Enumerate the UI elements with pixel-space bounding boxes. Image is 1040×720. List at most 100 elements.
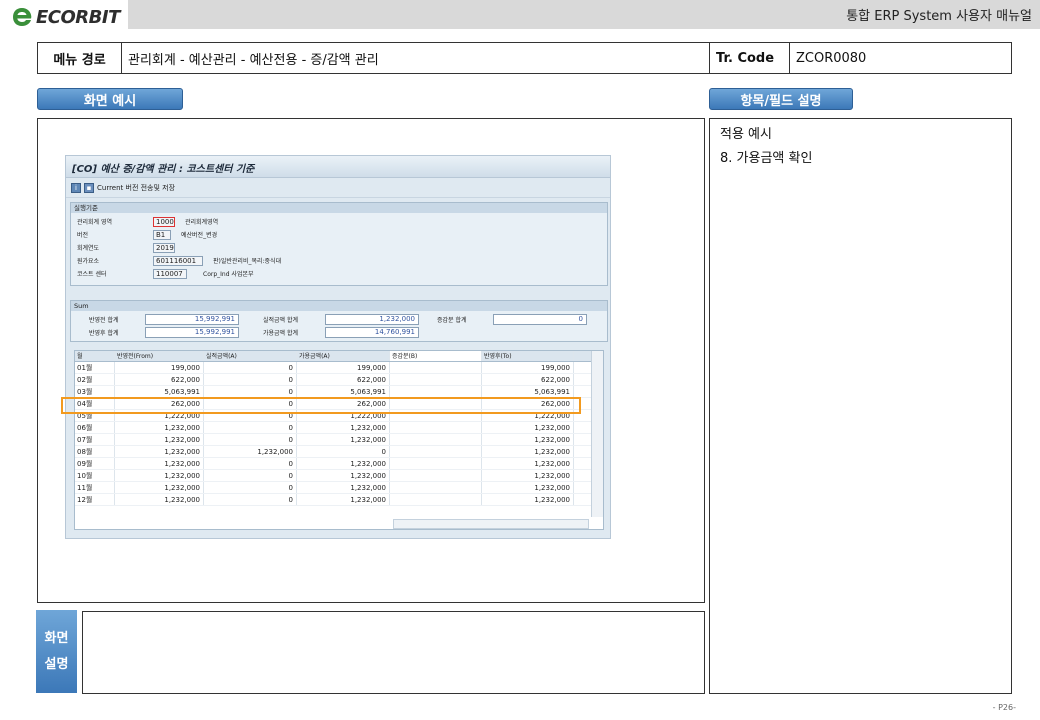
field-label: 원가요소	[77, 258, 100, 265]
grid-cell: 10월	[75, 470, 115, 481]
grid-cell-input[interactable]	[390, 434, 482, 445]
grid-row[interactable]: 06월 1,232,000 0 1,232,000 1,232,000	[75, 422, 603, 434]
menu-path-value: 관리회계 - 예산관리 - 예산전용 - 증/감액 관리	[122, 43, 710, 73]
grid-col-header[interactable]: 증감분(B)	[390, 351, 482, 361]
sum-value: 14,760,991	[325, 327, 419, 338]
grid-cell: 0	[204, 494, 297, 505]
sum-row: 증감분 합계 0	[437, 314, 587, 325]
grid-cell-input[interactable]	[390, 374, 482, 385]
grid-cell-input[interactable]	[390, 422, 482, 433]
sum-value: 1,232,000	[325, 314, 419, 325]
field-row: 원가요소 601116001 판)일반관리비_복리:중식대	[77, 255, 281, 266]
grid-cell: 09월	[75, 458, 115, 469]
grid-cell: 0	[204, 362, 297, 373]
grid-cell: 1,232,000	[482, 470, 574, 481]
field-text: Corp_Ind 사업본부	[203, 271, 254, 278]
grid-cell: 1,232,000	[115, 422, 204, 433]
grid-cell: 622,000	[297, 374, 390, 385]
grid-cell: 1,232,000	[297, 434, 390, 445]
grid-cell: 07월	[75, 434, 115, 445]
grid-cell: 0	[204, 434, 297, 445]
save-icon[interactable]: ▪	[84, 182, 94, 193]
sap-toolbar: i ▪ Current 버전 전송및 저장	[66, 178, 610, 198]
grid-col-header[interactable]: 가용금액(A)	[297, 351, 390, 361]
grid-row[interactable]: 01월 199,000 0 199,000 199,000	[75, 362, 603, 374]
grid-cell: 1,232,000	[115, 446, 204, 457]
grid-cell-input[interactable]	[390, 458, 482, 469]
grid-col-header[interactable]: 반영전(From)	[115, 351, 204, 361]
grid-cell: 0	[204, 458, 297, 469]
grid-cell: 0	[204, 422, 297, 433]
grid-cell-input[interactable]	[390, 482, 482, 493]
sum-group-title: Sum	[71, 301, 607, 311]
grid-cell: 622,000	[482, 374, 574, 385]
field-value-input[interactable]: 110007	[153, 268, 187, 279]
field-text: 판)일반관리비_복리:중식대	[213, 258, 282, 265]
info-icon[interactable]: i	[71, 182, 81, 193]
field-desc-line-2: 8. 가용금액 확인	[720, 151, 813, 166]
horizontal-scrollbar[interactable]	[393, 519, 589, 529]
field-value-input[interactable]: 601116001	[153, 255, 203, 266]
sum-label: 실적금액 합계	[263, 317, 299, 324]
logo: ECORBIT	[0, 0, 128, 34]
grid-col-header[interactable]: 반영후(To)	[482, 351, 574, 361]
screen-desc-line-2: 설명	[44, 656, 69, 672]
field-label: 버전	[77, 232, 89, 239]
grid-cell: 1,232,000	[297, 494, 390, 505]
grid-row[interactable]: 10월 1,232,000 0 1,232,000 1,232,000	[75, 470, 603, 482]
grid-cell-input[interactable]	[390, 446, 482, 457]
sum-label: 가용금액 합계	[263, 330, 299, 337]
grid-row[interactable]: 12월 1,232,000 0 1,232,000 1,232,000	[75, 494, 603, 506]
field-text: 관리회계영역	[185, 219, 219, 226]
field-value-input[interactable]: B1	[153, 229, 171, 240]
sum-value: 15,992,991	[145, 327, 239, 338]
field-value-input[interactable]: 1000	[153, 216, 175, 227]
logo-text: ECORBIT	[36, 6, 120, 28]
toolbar-save-label[interactable]: Current 버전 전송및 저장	[97, 183, 175, 193]
field-row: 회계연도 2019	[77, 242, 175, 253]
grid-row[interactable]: 11월 1,232,000 0 1,232,000 1,232,000	[75, 482, 603, 494]
grid-cell: 1,232,000	[297, 482, 390, 493]
grid-body: 01월 199,000 0 199,000 199,000 02월 622,000 0 622,…	[75, 362, 603, 506]
field-description-tab: 항목/필드 설명	[709, 88, 853, 110]
grid-cell: 1,232,000	[204, 446, 297, 457]
vertical-scrollbar[interactable]	[591, 351, 603, 517]
field-label: 관리회계 영역	[77, 219, 113, 226]
grid-cell-input[interactable]	[390, 494, 482, 505]
grid-row[interactable]: 07월 1,232,000 0 1,232,000 1,232,000	[75, 434, 603, 446]
grid-col-header[interactable]: 월	[75, 351, 115, 361]
grid-cell: 1,232,000	[482, 482, 574, 493]
grid-cell: 1,232,000	[482, 422, 574, 433]
grid-cell: 0	[204, 374, 297, 385]
grid-cell-input[interactable]	[390, 362, 482, 373]
screen-desc-line-1: 화면	[44, 630, 69, 646]
grid-cell: 199,000	[115, 362, 204, 373]
grid-cell-input[interactable]	[390, 470, 482, 481]
grid-col-header[interactable]: 실적금액(A)	[204, 351, 297, 361]
grid-row[interactable]: 02월 622,000 0 622,000 622,000	[75, 374, 603, 386]
grid-header: 월 반영전(From) 실적금액(A) 가용금액(A) 증감분(B) 반영후(T…	[75, 351, 603, 362]
grid-cell: 01월	[75, 362, 115, 373]
sap-window: [CO] 예산 증/감액 관리 : 코스트센터 기준 i ▪ Current 버…	[65, 155, 611, 539]
grid-cell: 06월	[75, 422, 115, 433]
grid-cell: 622,000	[115, 374, 204, 385]
field-value-input[interactable]: 2019	[153, 242, 175, 253]
field-label: 회계연도	[77, 245, 100, 252]
ecorbit-logo-icon	[13, 8, 32, 26]
field-row: 관리회계 영역 1000 관리회계영역	[77, 216, 218, 227]
grid-cell: 0	[204, 386, 297, 397]
sum-label: 반영후 합계	[89, 330, 119, 337]
grid-cell: 5,063,991	[297, 386, 390, 397]
grid-cell: 1,232,000	[297, 470, 390, 481]
grid-cell: 5,063,991	[115, 386, 204, 397]
grid-cell: 08월	[75, 446, 115, 457]
sum-label: 증감분 합계	[437, 317, 467, 324]
grid-row[interactable]: 08월 1,232,000 1,232,000 0 1,232,000	[75, 446, 603, 458]
menu-path-row: 메뉴 경로 관리회계 - 예산관리 - 예산전용 - 증/감액 관리 Tr. C…	[37, 42, 1012, 74]
grid-cell-input[interactable]	[390, 386, 482, 397]
manual-title: 통합 ERP System 사용자 매뉴얼	[846, 9, 1032, 24]
grid-row[interactable]: 09월 1,232,000 0 1,232,000 1,232,000	[75, 458, 603, 470]
grid-cell: 199,000	[482, 362, 574, 373]
field-text: 예산버전_변경	[181, 232, 218, 239]
grid-cell: 1,232,000	[482, 446, 574, 457]
